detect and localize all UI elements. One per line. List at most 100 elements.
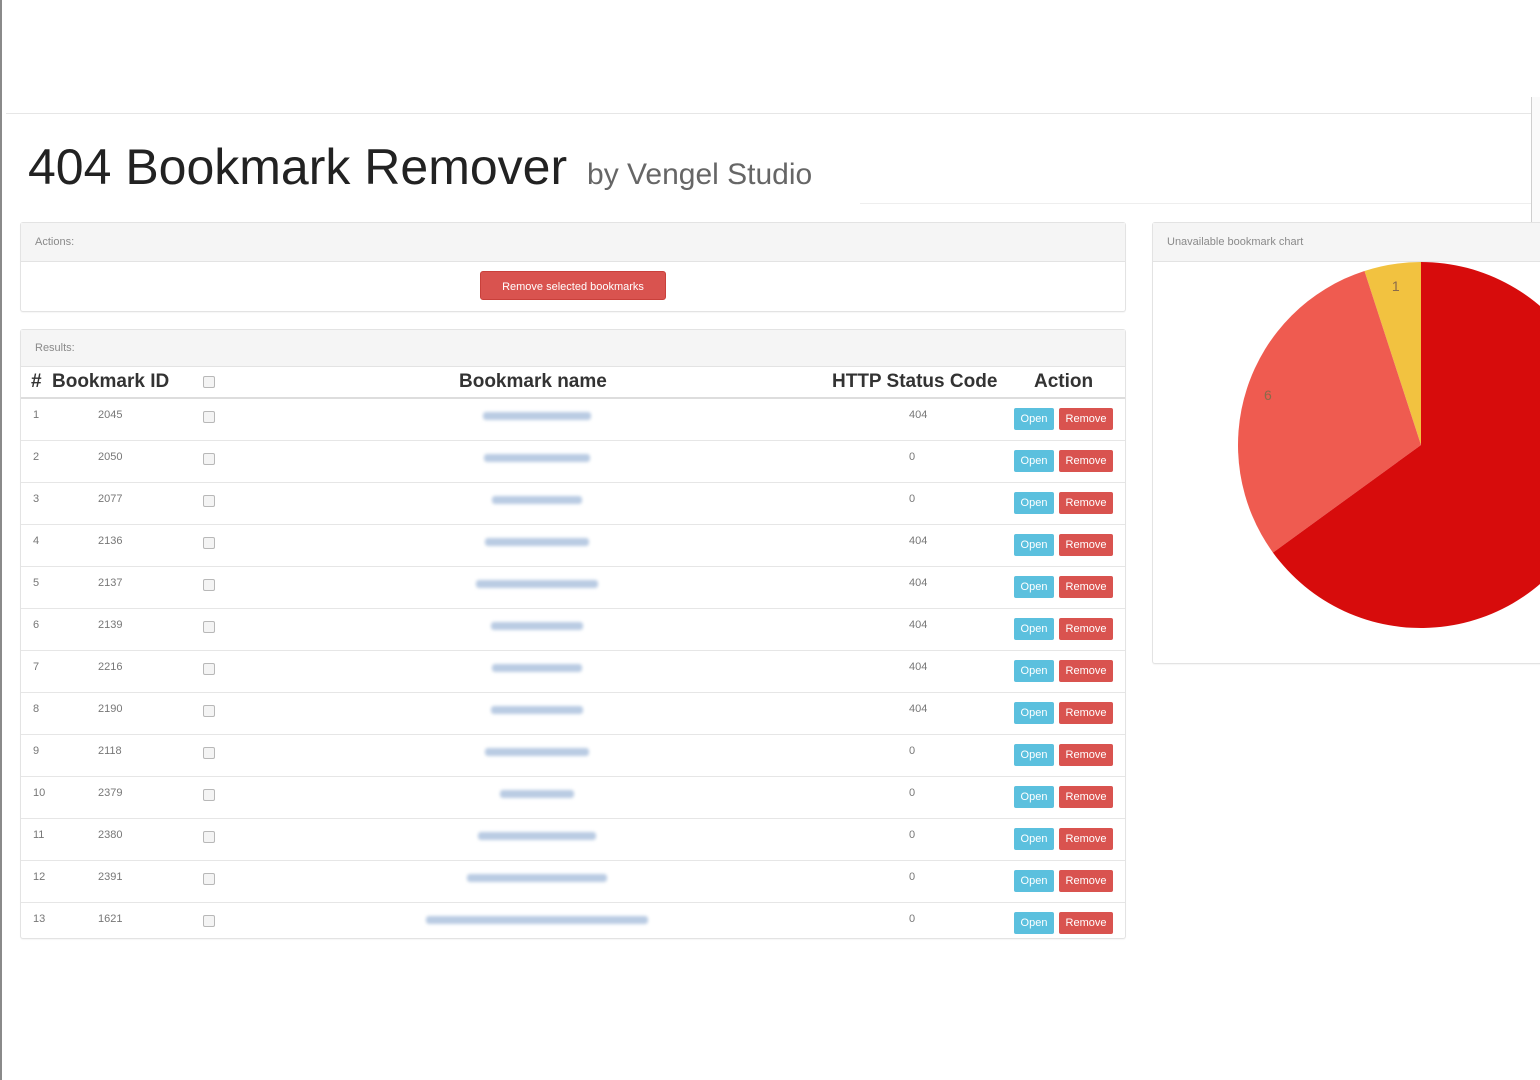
bookmark-name-link[interactable] [491,706,583,714]
row-checkbox[interactable] [203,789,215,801]
row-checkbox[interactable] [203,579,215,591]
remove-button[interactable]: Remove [1059,576,1113,598]
table-row: 6 2139 404 Open Remove [21,609,1125,651]
remove-button[interactable]: Remove [1059,702,1113,724]
remove-selected-button[interactable]: Remove selected bookmarks [480,271,666,300]
bookmark-name-link[interactable] [492,496,582,504]
bookmark-name-link[interactable] [483,412,591,420]
table-row: 5 2137 404 Open Remove [21,567,1125,609]
row-number: 1 [33,409,40,421]
row-checkbox[interactable] [203,495,215,507]
page-subtitle: by Vengel Studio [587,158,813,191]
row-number: 2 [33,451,40,463]
bookmark-id: 2380 [98,829,123,841]
table-row: 3 2077 0 Open Remove [21,483,1125,525]
http-status-code: 404 [909,661,928,673]
remove-button[interactable]: Remove [1059,870,1113,892]
results-heading: Results: [21,330,1125,367]
bookmark-name-link[interactable] [467,874,607,882]
table-row: 11 2380 0 Open Remove [21,819,1125,861]
remove-button[interactable]: Remove [1059,912,1113,934]
unavailable-pie-chart: 16 [1238,262,1540,628]
row-number: 5 [33,577,40,589]
row-number: 11 [33,829,45,841]
bookmark-id: 2050 [98,451,123,463]
title-divider [860,203,1540,204]
row-checkbox[interactable] [203,621,215,633]
remove-button[interactable]: Remove [1059,828,1113,850]
bookmark-id: 2077 [98,493,123,505]
remove-button[interactable]: Remove [1059,618,1113,640]
remove-button[interactable]: Remove [1059,450,1113,472]
actions-heading: Actions: [21,223,1125,262]
bookmark-name-link[interactable] [491,622,583,630]
row-checkbox[interactable] [203,453,215,465]
http-status-code: 0 [909,913,916,925]
http-status-code: 0 [909,787,916,799]
row-checkbox[interactable] [203,873,215,885]
open-button[interactable]: Open [1014,618,1054,640]
http-status-code: 404 [909,409,928,421]
bookmark-id: 2190 [98,703,123,715]
row-checkbox[interactable] [203,831,215,843]
bookmark-name-link[interactable] [478,832,596,840]
open-button[interactable]: Open [1014,408,1054,430]
row-checkbox[interactable] [203,705,215,717]
results-table-header: # Bookmark ID Bookmark name HTTP Status … [21,367,1125,399]
open-button[interactable]: Open [1014,534,1054,556]
table-row: 13 1621 0 Open Remove [21,903,1125,944]
row-number: 8 [33,703,40,715]
bookmark-name-link[interactable] [485,538,589,546]
table-row: 7 2216 404 Open Remove [21,651,1125,693]
row-number: 10 [33,787,46,799]
row-number: 4 [33,535,40,547]
bookmark-id: 2139 [98,619,123,631]
open-button[interactable]: Open [1014,576,1054,598]
open-button[interactable]: Open [1014,660,1054,682]
row-number: 3 [33,493,40,505]
open-button[interactable]: Open [1014,912,1054,934]
open-button[interactable]: Open [1014,450,1054,472]
remove-button[interactable]: Remove [1059,786,1113,808]
http-status-code: 404 [909,535,928,547]
header-divider [6,113,1540,114]
col-header-action: Action [1034,371,1094,392]
pie-slice-label: 6 [1264,387,1272,403]
bookmark-id: 2045 [98,409,123,421]
open-button[interactable]: Open [1014,870,1054,892]
col-header-num: # [31,371,42,392]
select-all-checkbox[interactable] [203,376,215,388]
remove-button[interactable]: Remove [1059,534,1113,556]
open-button[interactable]: Open [1014,702,1054,724]
remove-button[interactable]: Remove [1059,408,1113,430]
table-row: 1 2045 404 Open Remove [21,399,1125,441]
bookmark-id: 2391 [98,871,123,883]
col-header-id: Bookmark ID [52,371,170,392]
row-checkbox[interactable] [203,747,215,759]
open-button[interactable]: Open [1014,786,1054,808]
chart-panel: Unavailable bookmark chart 16 [1152,222,1540,664]
page-title: 404 Bookmark Remover by Vengel Studio [28,138,812,196]
http-status-code: 0 [909,493,916,505]
http-status-code: 0 [909,451,916,463]
row-checkbox[interactable] [203,663,215,675]
bookmark-name-link[interactable] [426,916,648,924]
bookmark-name-link[interactable] [484,454,590,462]
http-status-code: 404 [909,703,928,715]
open-button[interactable]: Open [1014,744,1054,766]
row-checkbox[interactable] [203,915,215,927]
remove-button[interactable]: Remove [1059,660,1113,682]
bookmark-name-link[interactable] [492,664,582,672]
open-button[interactable]: Open [1014,492,1054,514]
bookmark-name-link[interactable] [485,748,589,756]
remove-button[interactable]: Remove [1059,492,1113,514]
bookmark-name-link[interactable] [500,790,574,798]
row-checkbox[interactable] [203,411,215,423]
bookmark-id: 2137 [98,577,123,589]
row-checkbox[interactable] [203,537,215,549]
open-button[interactable]: Open [1014,828,1054,850]
bookmark-name-link[interactable] [476,580,598,588]
remove-button[interactable]: Remove [1059,744,1113,766]
table-row: 4 2136 404 Open Remove [21,525,1125,567]
table-row: 9 2118 0 Open Remove [21,735,1125,777]
